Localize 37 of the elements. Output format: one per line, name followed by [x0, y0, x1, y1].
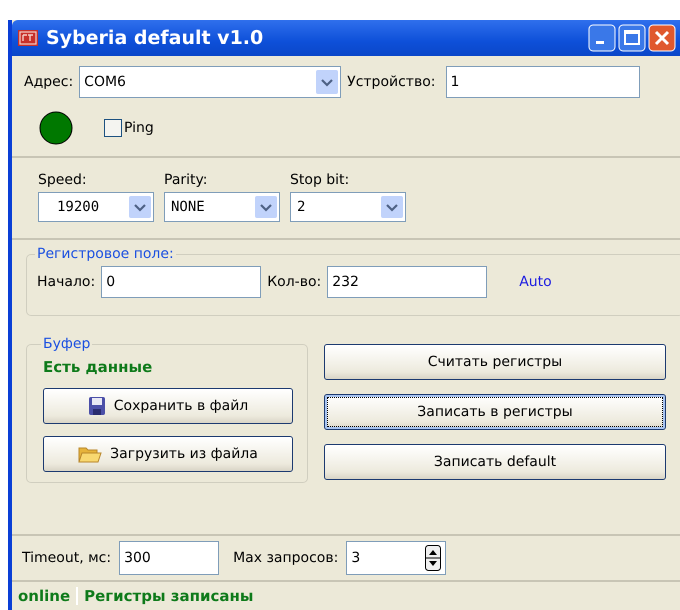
port-setting-dropdown[interactable]: 19200	[38, 192, 154, 222]
timeout-field[interactable]: 300	[119, 541, 220, 575]
address-dropdown[interactable]: COM6	[79, 66, 342, 98]
file-button[interactable]: Загрузить из файла	[43, 436, 293, 472]
count-label: Кол-во:	[267, 274, 322, 290]
minimize-button[interactable]	[588, 24, 616, 52]
start-label: Начало:	[37, 274, 96, 290]
port-setting-label: Stop bit:	[290, 172, 350, 188]
count-field[interactable]: 232	[327, 266, 488, 298]
device-label: Устройство:	[347, 74, 436, 90]
timeout-label: Timeout, мс:	[22, 550, 112, 566]
spin-arrows-icon[interactable]	[425, 545, 442, 571]
group-title: Буфер	[42, 336, 92, 352]
checkbox-icon[interactable]	[104, 119, 122, 137]
start-field[interactable]: 0	[101, 266, 262, 298]
maximize-button[interactable]	[618, 24, 646, 52]
device-field[interactable]: 1	[446, 66, 640, 98]
port-setting-label: Speed:	[38, 172, 88, 188]
buffer-status-text: Есть данные	[43, 358, 154, 376]
auto-link[interactable]: Auto	[519, 274, 552, 290]
max-requests-spinbox[interactable]: 3	[346, 541, 446, 575]
app-logo-icon	[18, 30, 38, 46]
address-label: Адрес:	[24, 74, 74, 90]
window-title: Syberia default v1.0	[46, 27, 264, 49]
port-setting-dropdown[interactable]: 2	[290, 192, 406, 222]
port-setting-label: Parity:	[164, 172, 209, 188]
file-button[interactable]: Сохранить в файл	[43, 388, 293, 424]
max-requests-label: Max запросов:	[233, 550, 338, 566]
register-action-button[interactable]: Записать в регистры	[324, 394, 666, 430]
status-message: Регистры записаны	[76, 587, 260, 605]
ping-checkbox[interactable]: Ping	[104, 119, 154, 137]
group-title: Регистровое поле:	[36, 246, 175, 262]
connection-status: online	[17, 587, 72, 605]
register-action-button[interactable]: Считать регистры	[324, 344, 666, 380]
register-action-button[interactable]: Записать default	[324, 444, 666, 480]
close-button[interactable]	[648, 24, 676, 52]
port-setting-dropdown[interactable]: NONE	[164, 192, 280, 222]
